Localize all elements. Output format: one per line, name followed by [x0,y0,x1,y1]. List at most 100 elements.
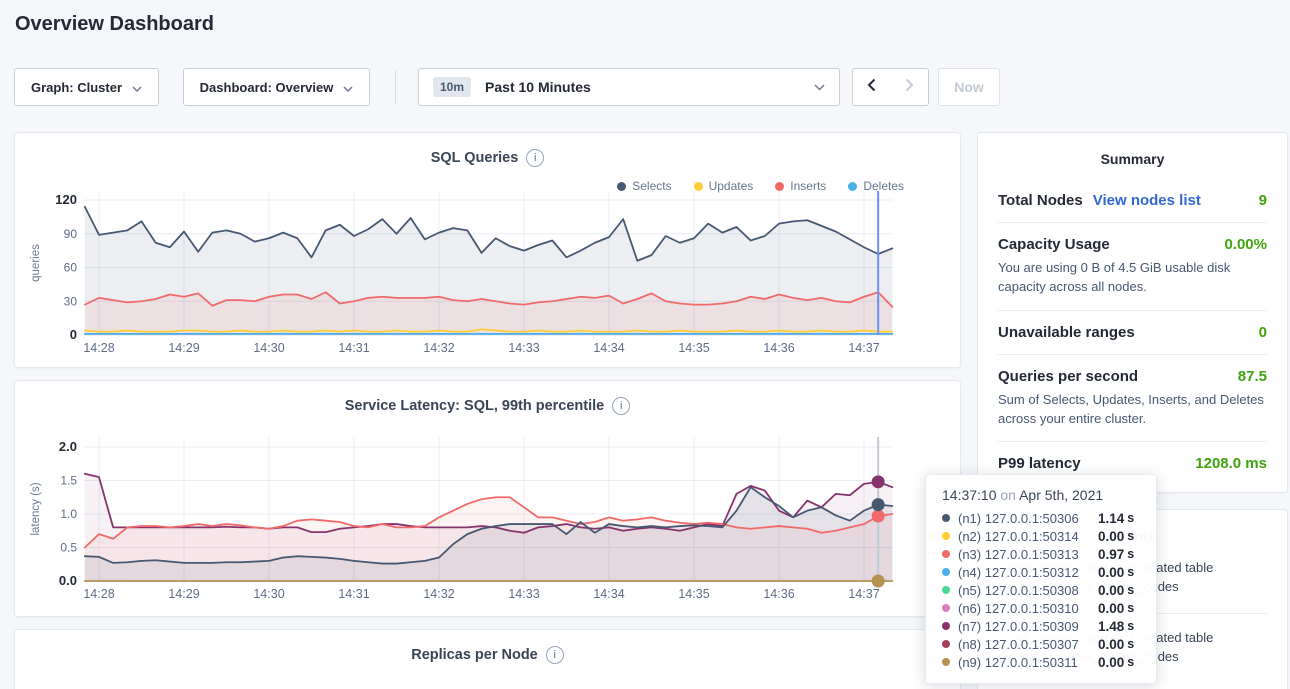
tooltip-node-label: (n1) 127.0.0.1:50306 [958,511,1098,526]
svg-text:14:36: 14:36 [763,587,794,601]
time-range-badge: 10m [433,77,471,97]
svg-text:14:35: 14:35 [678,341,709,355]
tooltip-node-label: (n5) 127.0.0.1:50308 [958,583,1098,598]
tooltip-node-value: 0.00 [1098,565,1124,580]
tooltip-unit: s [1127,565,1134,579]
summary-panel: Summary Total Nodes View nodes list 9 Ca… [977,132,1288,493]
dashboard-label: Dashboard: Overview [200,80,334,95]
svg-text:0: 0 [70,327,77,342]
svg-text:90: 90 [64,227,78,241]
node-color-dot-icon [942,532,950,540]
node-color-dot-icon [942,550,950,558]
svg-text:14:31: 14:31 [338,587,369,601]
tooltip-node-label: (n6) 127.0.0.1:50310 [958,601,1098,616]
tooltip-date: Apr 5th, 2021 [1019,487,1103,503]
svg-text:14:30: 14:30 [253,587,284,601]
chevron-down-icon [132,80,142,95]
tooltip-row: (n6) 127.0.0.1:503100.00s [942,599,1140,617]
chevron-right-icon [905,78,914,97]
tooltip-row: (n5) 127.0.0.1:503080.00s [942,581,1140,599]
svg-text:30: 30 [64,294,78,308]
tooltip-node-label: (n8) 127.0.0.1:50307 [958,637,1098,652]
tooltip-node-value: 0.00 [1098,529,1124,544]
overview-dashboard-page: Overview Dashboard Graph: Cluster Dashbo… [0,0,1290,689]
stat-label: Total Nodes [998,192,1083,209]
tooltip-node-label: (n7) 127.0.0.1:50309 [958,619,1098,634]
info-icon[interactable]: i [546,646,564,664]
tooltip-node-label: (n9) 127.0.0.1:50311 [958,655,1098,670]
dashboard-dropdown[interactable]: Dashboard: Overview [183,68,370,106]
tooltip-unit: s [1127,583,1134,597]
svg-text:14:28: 14:28 [83,587,114,601]
stat-label: Unavailable ranges [998,324,1135,341]
svg-text:14:36: 14:36 [763,341,794,355]
svg-text:14:33: 14:33 [508,341,539,355]
tooltip-node-label: (n2) 127.0.0.1:50314 [958,529,1098,544]
svg-text:0.5: 0.5 [60,541,77,555]
svg-text:14:37: 14:37 [848,341,879,355]
node-color-dot-icon [942,622,950,630]
svg-text:14:32: 14:32 [423,341,454,355]
service-latency-plot[interactable]: 14:2814:2914:3014:3114:3214:3314:3414:35… [15,381,962,618]
tooltip-node-value: 1.48 [1098,619,1124,634]
svg-text:60: 60 [64,261,78,275]
stat-total-nodes: Total Nodes View nodes list 9 [998,179,1267,222]
tooltip-node-value: 0.00 [1098,637,1124,652]
time-range-dropdown[interactable]: 10m Past 10 Minutes [418,68,840,106]
now-label: Now [954,79,984,95]
tooltip-time: 14:37:10 [942,487,997,503]
svg-text:14:34: 14:34 [593,341,624,355]
stat-value: 9 [1259,192,1267,209]
svg-text:14:28: 14:28 [83,341,114,355]
chevron-down-icon [814,78,825,96]
svg-text:queries: queries [30,244,42,282]
svg-text:120: 120 [55,192,77,207]
chevron-left-icon [867,78,876,97]
svg-text:14:29: 14:29 [168,341,199,355]
time-range-label: Past 10 Minutes [485,79,591,95]
time-prev-button[interactable] [852,68,891,106]
svg-text:1.5: 1.5 [60,474,77,488]
tooltip-unit: s [1127,655,1134,669]
tooltip-node-value: 0.97 [1098,547,1124,562]
graph-scope-dropdown[interactable]: Graph: Cluster [14,68,159,106]
svg-text:14:32: 14:32 [423,587,454,601]
chart-hover-tooltip: 14:37:10 on Apr 5th, 2021 (n1) 127.0.0.1… [925,474,1157,684]
tooltip-on: on [1000,487,1016,503]
sql-queries-plot[interactable]: 14:2814:2914:3014:3114:3214:3314:3414:35… [15,133,962,369]
summary-header: Summary [998,149,1267,167]
tooltip-node-value: 0.00 [1098,655,1124,670]
stat-value: 0 [1259,324,1267,341]
tooltip-unit: s [1127,619,1134,633]
tooltip-row: (n9) 127.0.0.1:503110.00s [942,653,1140,671]
node-color-dot-icon [942,658,950,666]
svg-text:14:29: 14:29 [168,587,199,601]
tooltip-unit: s [1127,529,1134,543]
svg-text:14:31: 14:31 [338,341,369,355]
tooltip-row: (n8) 127.0.0.1:503070.00s [942,635,1140,653]
node-color-dot-icon [942,568,950,576]
service-latency-chart-card: Service Latency: SQL, 99th percentile i … [14,380,961,617]
tooltip-node-label: (n4) 127.0.0.1:50312 [958,565,1098,580]
sql-queries-chart-card: SQL Queries i Selects Updates Inserts De… [14,132,961,368]
tooltip-row: (n4) 127.0.0.1:503120.00s [942,563,1140,581]
tooltip-node-value: 0.00 [1098,601,1124,616]
view-nodes-list-link[interactable]: View nodes list [1093,192,1201,209]
tooltip-timestamp: 14:37:10 on Apr 5th, 2021 [942,487,1140,503]
chevron-down-icon [343,80,353,95]
stat-unavailable-ranges: Unavailable ranges 0 [998,310,1267,354]
now-button[interactable]: Now [938,68,1000,106]
svg-text:14:34: 14:34 [593,587,624,601]
replicas-per-node-chart-card: Replicas per Node i [14,629,961,689]
tooltip-node-value: 0.00 [1098,583,1124,598]
svg-text:0.0: 0.0 [59,573,77,588]
tooltip-unit: s [1127,601,1134,615]
tooltip-unit: s [1127,637,1134,651]
toolbar-divider [395,70,396,104]
stat-value: 87.5 [1238,368,1267,385]
replicas-per-node-chart-title: Replicas per Node [411,647,538,663]
page-title: Overview Dashboard [15,13,214,36]
time-next-button[interactable] [890,68,929,106]
node-color-dot-icon [942,586,950,594]
svg-text:1.0: 1.0 [60,507,77,521]
